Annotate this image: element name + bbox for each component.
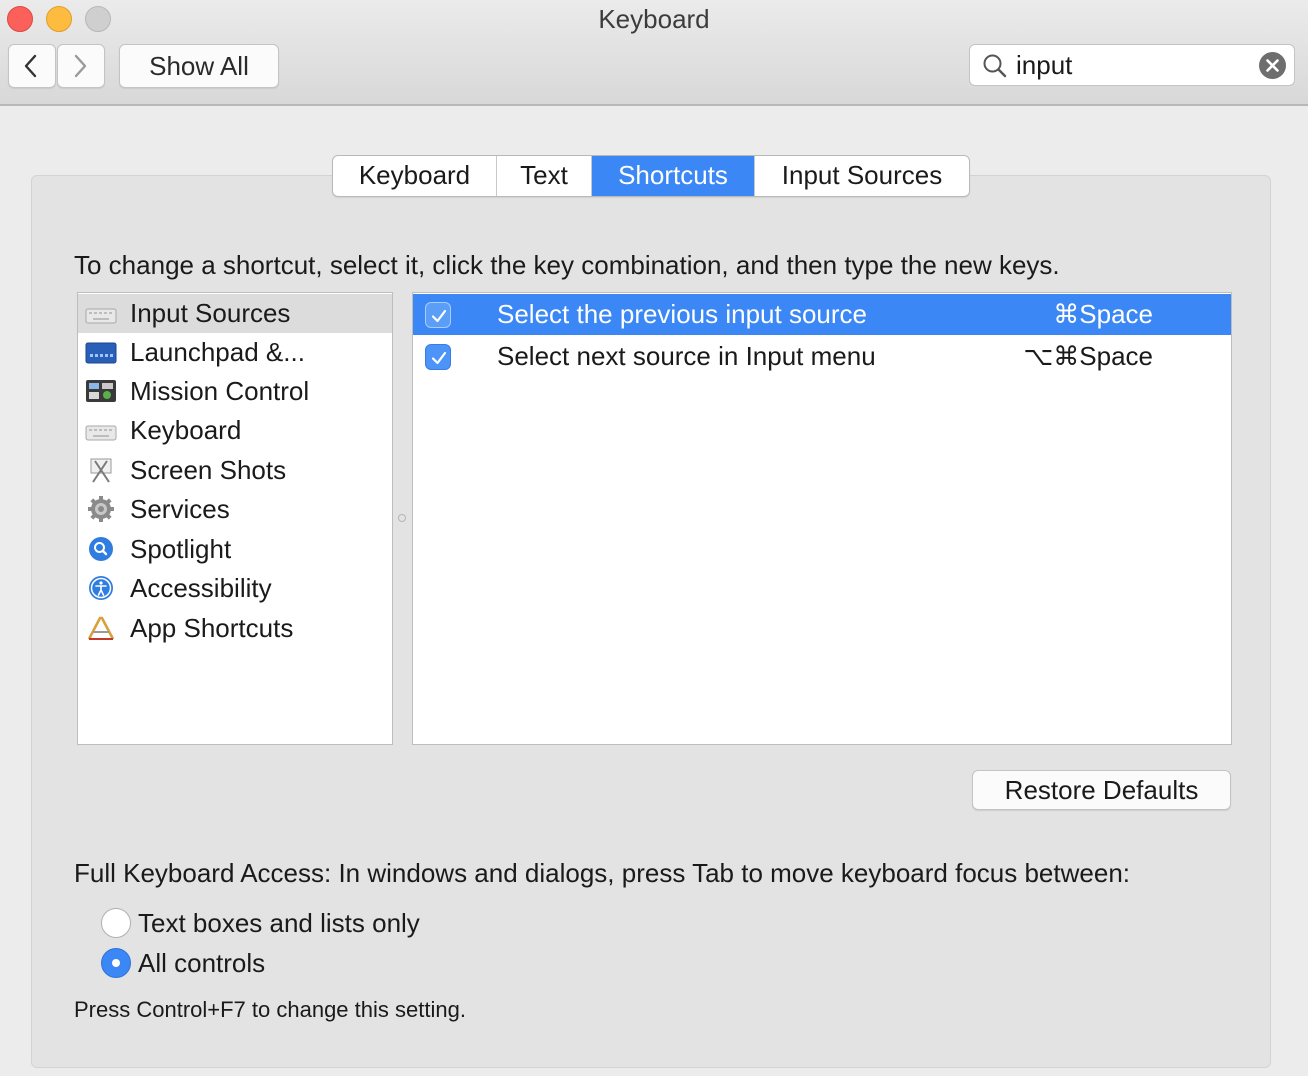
split-view-handle[interactable] (398, 514, 406, 522)
tab-text[interactable]: Text (497, 156, 592, 196)
shortcut-key-combination[interactable]: ⌘Space (1053, 294, 1153, 335)
category-keyboard[interactable]: Keyboard (78, 411, 392, 450)
category-mission-control[interactable]: Mission Control (78, 372, 392, 411)
category-label: Mission Control (130, 376, 310, 406)
category-label: Keyboard (130, 415, 242, 445)
gear-icon (88, 496, 114, 522)
window-toolbar: Keyboard Show All (0, 0, 1308, 106)
search-icon (983, 54, 1007, 78)
tab-input-sources[interactable]: Input Sources (755, 156, 969, 196)
radio-button[interactable] (101, 948, 131, 978)
instruction-text: To change a shortcut, select it, click t… (74, 250, 1060, 280)
category-services[interactable]: Services (78, 490, 392, 529)
tab-shortcuts[interactable]: Shortcuts (592, 156, 755, 196)
shortcut-enabled-checkbox[interactable] (425, 344, 451, 370)
search-field[interactable] (969, 44, 1295, 86)
category-label: Accessibility (130, 573, 272, 603)
shortcut-row-previous-input-source[interactable]: Select the previous input source ⌘Space (413, 294, 1231, 335)
shortcut-row-next-input-source[interactable]: Select next source in Input menu ⌥⌘Space (413, 336, 1231, 377)
mission-control-icon (86, 380, 116, 402)
accessibility-icon (89, 576, 113, 600)
shortcut-description: Select the previous input source (497, 299, 867, 329)
category-spotlight[interactable]: Spotlight (78, 530, 392, 569)
category-accessibility[interactable]: Accessibility (78, 569, 392, 608)
spotlight-icon (89, 537, 113, 561)
shortcut-description: Select next source in Input menu (497, 341, 876, 371)
full-keyboard-access-heading: Full Keyboard Access: In windows and dia… (74, 858, 1130, 888)
clear-search-button[interactable] (1259, 52, 1286, 79)
radio-button[interactable] (101, 908, 131, 938)
chevron-left-icon (24, 54, 37, 78)
category-label: Services (130, 494, 230, 524)
checkmark-icon (431, 351, 447, 365)
tab-keyboard[interactable]: Keyboard (333, 156, 497, 196)
category-input-sources[interactable]: Input Sources (78, 294, 392, 333)
shortcut-enabled-checkbox[interactable] (425, 302, 451, 328)
keyboard-icon (85, 425, 117, 441)
shortcut-key-combination[interactable]: ⌥⌘Space (1023, 336, 1153, 377)
restore-defaults-button[interactable]: Restore Defaults (972, 770, 1231, 810)
category-label: Launchpad &... (130, 337, 305, 367)
category-label: Screen Shots (130, 455, 287, 485)
category-screen-shots[interactable]: Screen Shots (78, 451, 392, 490)
category-launchpad[interactable]: Launchpad &... (78, 333, 392, 372)
back-button[interactable] (8, 44, 56, 88)
checkmark-icon (431, 309, 447, 323)
show-all-button[interactable]: Show All (119, 44, 279, 88)
window-title: Keyboard (598, 4, 710, 34)
tab-bar: Keyboard Text Shortcuts Input Sources (332, 155, 970, 197)
launchpad-icon (85, 342, 117, 364)
shortcut-table[interactable]: Select the previous input source ⌘Space … (412, 292, 1232, 745)
chevron-right-icon (74, 54, 87, 78)
keyboard-icon (85, 308, 117, 324)
category-label: Input Sources (130, 298, 291, 328)
search-input[interactable] (1016, 49, 1246, 81)
category-app-shortcuts[interactable]: App Shortcuts (78, 609, 392, 648)
radio-label: All controls (138, 948, 266, 978)
category-label: Spotlight (130, 534, 232, 564)
app-shortcuts-icon (87, 616, 115, 640)
close-icon (1266, 59, 1279, 72)
screenshot-icon (90, 458, 112, 483)
keyboard-access-note: Press Control+F7 to change this setting. (74, 997, 466, 1022)
radio-label: Text boxes and lists only (138, 908, 420, 938)
forward-button[interactable] (57, 44, 105, 88)
category-label: App Shortcuts (130, 613, 294, 643)
shortcut-category-list[interactable]: Input Sources Launchpad &... Mission Con… (77, 292, 393, 745)
